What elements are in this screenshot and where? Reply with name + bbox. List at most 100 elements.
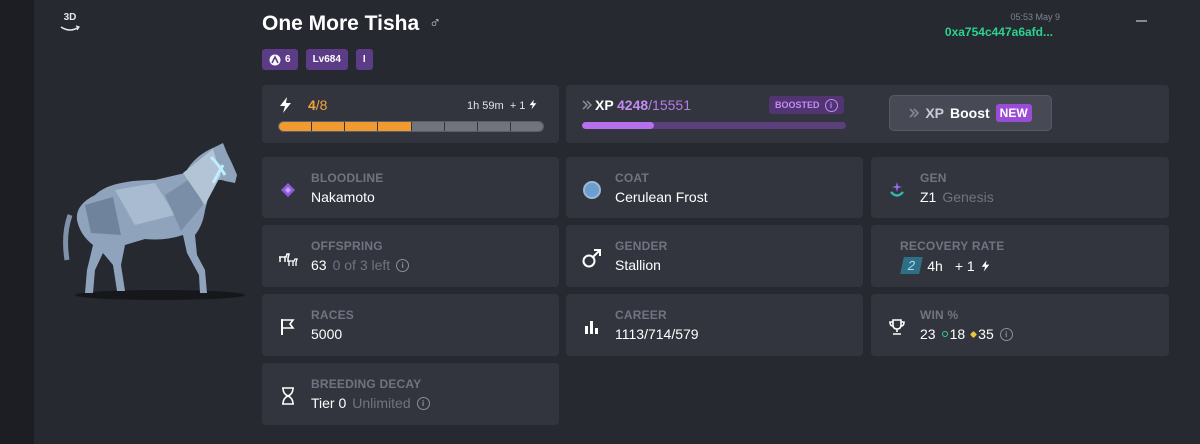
hourglass-icon (277, 385, 299, 407)
coat-label: COAT (615, 171, 649, 185)
new-tag: NEW (995, 104, 1032, 122)
rank-icon (269, 54, 281, 65)
horse-title: One More Tisha ♂ (262, 12, 441, 36)
rank-value: 6 (285, 54, 291, 65)
win-second-value: 18 (949, 326, 966, 342)
races-card: RACES 5000 (262, 294, 559, 356)
energy-timer-text: 1h 59m (467, 100, 504, 112)
decay-tier: Tier 0 (311, 395, 347, 411)
horse-image (63, 143, 245, 300)
energy-progress-bar (278, 121, 544, 132)
recovery-value: 2 4h + 1 (900, 257, 990, 274)
energy-segment (378, 122, 412, 131)
recovery-card: RECOVERY RATE 2 4h + 1 (871, 225, 1169, 287)
xp-progress-bar (582, 122, 846, 129)
badge-row: 6 Lv684 I (262, 49, 373, 70)
boost-chevron-icon (909, 108, 920, 118)
breeding-decay-card: BREEDING DECAY Tier 0 Unlimited i (262, 363, 559, 425)
energy-card: 4/8 1h 59m + 1 (262, 85, 559, 143)
offspring-info-icon[interactable]: i (396, 258, 410, 272)
gen-card: GEN Z1 Genesis (871, 157, 1169, 218)
energy-small-bolt-icon (529, 99, 536, 110)
breeding-decay-value: Tier 0 Unlimited i (311, 395, 430, 411)
races-value: 5000 (311, 326, 343, 342)
energy-regen: + 1 (509, 100, 526, 112)
offspring-card: OFFSPRING 63 0 of 3 left i (262, 225, 559, 287)
recovery-rate-badge: 2 (900, 257, 924, 274)
recovery-bolt-icon (981, 259, 989, 272)
coat-card: COAT Cerulean Frost (566, 157, 863, 218)
career-card: CAREER 1113/714/579 (566, 294, 863, 356)
gen-value-text: Z1 (920, 189, 937, 205)
win-third-value: 35 (978, 326, 994, 342)
win-card: WIN % 23 18 35 i (871, 294, 1169, 356)
flag-icon (277, 316, 299, 338)
xp-label: XP (582, 97, 614, 113)
energy-timer: 1h 59m + 1 (467, 99, 537, 112)
bloodline-card: BLOODLINE Nakamoto (262, 157, 559, 218)
level-badge: Lv684 (305, 49, 348, 70)
bloodline-value: Nakamoto (311, 189, 375, 205)
boost-xp-text: XP (925, 105, 944, 121)
energy-segment (444, 122, 478, 131)
energy-segment (411, 122, 445, 131)
win-label: WIN % (920, 308, 959, 322)
energy-value: 4/8 (308, 97, 327, 113)
owner-address-link[interactable]: 0xa754c447a6afd... (900, 25, 1053, 39)
energy-segment (477, 122, 511, 131)
xp-progress-fill (582, 122, 655, 129)
trophy-icon (886, 316, 908, 338)
tier-badge: I (355, 49, 373, 70)
offspring-count: 63 (311, 257, 327, 273)
races-label: RACES (311, 308, 355, 322)
gen-icon (886, 179, 908, 201)
gender-card: GENDER Stallion (566, 225, 863, 287)
rank-badge: 6 (262, 49, 298, 70)
collapse-icon[interactable] (1136, 20, 1147, 22)
rotate-icon (60, 25, 80, 31)
coat-color-swatch (581, 179, 603, 201)
win-info-icon[interactable]: i (999, 327, 1013, 341)
gen-sub: Genesis (942, 189, 994, 205)
breeding-decay-label: BREEDING DECAY (311, 377, 422, 391)
energy-bolt-icon (280, 97, 291, 113)
boosted-badge: BOOSTED i (769, 96, 844, 114)
xp-value: 4248/15551 (617, 97, 691, 113)
horse-name: One More Tisha (262, 12, 420, 35)
offspring-value: 63 0 of 3 left i (311, 257, 410, 273)
recovery-time: 4h (927, 257, 943, 274)
boost-button-label: Boost (950, 105, 990, 121)
bloodline-label: BLOODLINE (311, 171, 384, 185)
boosted-info-icon[interactable]: i (824, 98, 838, 112)
bloodline-icon (277, 179, 299, 201)
offspring-icon (277, 247, 299, 269)
offspring-sub: 0 of 3 left (332, 257, 391, 273)
second-place-icon (941, 331, 948, 337)
view-3d-label: 3D (63, 12, 77, 23)
recovery-label: RECOVERY RATE (900, 239, 1005, 253)
bar-chart-icon (581, 316, 603, 338)
win-value: 23 18 35 i (920, 326, 1013, 342)
energy-current: 4 (308, 97, 316, 113)
energy-max: /8 (315, 97, 328, 113)
career-label: CAREER (615, 308, 667, 322)
gender-value: Stallion (615, 257, 661, 273)
coat-value: Cerulean Frost (615, 189, 708, 205)
energy-segment (312, 122, 346, 131)
timestamp: 05:53 May 9 (1010, 12, 1060, 22)
xp-label-text: XP (595, 97, 614, 113)
gender-icon: ♂ (429, 15, 442, 32)
decay-sub: Unlimited (352, 395, 411, 411)
third-place-icon (970, 330, 978, 338)
decay-info-icon[interactable]: i (416, 396, 430, 410)
xp-card: XP 4248/15551 BOOSTED i XP Boost NEW (566, 85, 1169, 143)
recovery-plus: + 1 (954, 257, 975, 274)
view-3d-button[interactable]: 3D (58, 12, 82, 34)
win-first: 23 (920, 326, 936, 342)
gen-label: GEN (920, 171, 947, 185)
energy-segment (510, 122, 543, 131)
xp-chevron-icon (582, 100, 592, 110)
xp-boost-button[interactable]: XP Boost NEW (889, 95, 1052, 131)
offspring-label: OFFSPRING (311, 239, 383, 253)
career-value: 1113/714/579 (615, 326, 699, 342)
